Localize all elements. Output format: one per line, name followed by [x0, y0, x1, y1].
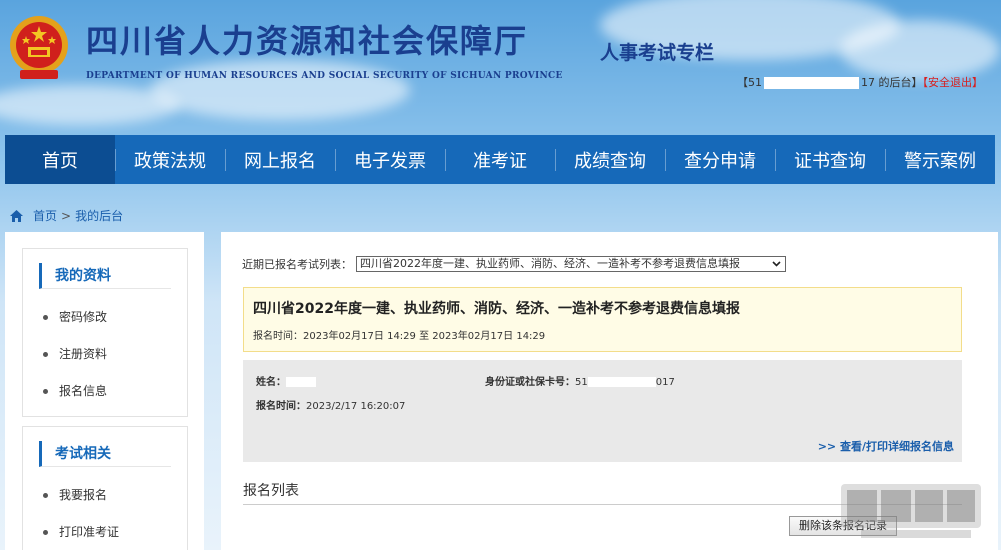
nav-policy[interactable]: 政策法规	[115, 135, 225, 184]
site-subtitle: DEPARTMENT OF HUMAN RESOURCES AND SOCIAL…	[86, 71, 563, 81]
breadcrumb-separator: >	[61, 208, 72, 223]
sidebar-section-profile: 我的资料 密码修改 注册资料 报名信息	[22, 248, 188, 417]
sidebar-section-title: 我的资料	[39, 263, 171, 289]
reg-time-field: 报名时间：2023/2/17 16:20:07	[256, 397, 405, 412]
nav-warning-cases[interactable]: 警示案例	[885, 135, 995, 184]
id-prefix: 51	[575, 377, 588, 388]
sidebar-item-password[interactable]: 密码修改	[23, 299, 187, 336]
site-title: 四川省人力资源和社会保障厅	[86, 22, 529, 60]
sidebar-item-print-ticket[interactable]: 打印准考证	[23, 514, 187, 550]
delete-record-button[interactable]: 删除该条报名记录	[789, 516, 897, 536]
nav-online-registration[interactable]: 网上报名	[225, 135, 335, 184]
exam-notice: 四川省2022年度一建、执业药师、消防、经济、一造补考不参考退费信息填报 报名时…	[243, 287, 962, 352]
masked-name	[286, 377, 316, 387]
masked-user-id	[764, 77, 859, 89]
chevron-down-icon	[772, 261, 781, 267]
nav-score-review[interactable]: 查分申请	[665, 135, 775, 184]
sidebar-section-title: 考试相关	[39, 441, 171, 467]
sidebar: 我的资料 密码修改 注册资料 报名信息 考试相关 我要报名 打印准考证	[5, 232, 204, 550]
recent-exams-select[interactable]: 四川省2022年度一建、执业药师、消防、经济、一造补考不参考退费信息填报	[356, 256, 786, 272]
section-title: 人事考试专栏	[600, 42, 715, 64]
recent-exams-label: 近期已报名考试列表：	[242, 258, 352, 271]
recent-exams-row: 近期已报名考试列表： 四川省2022年度一建、执业药师、消防、经济、一造补考不参…	[242, 256, 786, 272]
reg-time-value: 2023/2/17 16:20:07	[306, 401, 406, 412]
name-label: 姓名：	[256, 377, 286, 388]
user-bar: 【51 17 的后台】【安全退出】	[737, 74, 983, 90]
notice-time-label: 报名时间：	[253, 331, 303, 342]
sidebar-item-registration-info[interactable]: 注册资料	[23, 336, 187, 373]
breadcrumb: 首页 > 我的后台	[10, 207, 123, 224]
national-emblem-icon	[10, 16, 68, 79]
id-label: 身份证或社保卡号：	[485, 377, 575, 388]
notice-time: 报名时间：2023年02月17日 14:29 至 2023年02月17日 14:…	[253, 327, 961, 342]
view-print-details-link[interactable]: >> 查看/打印详细报名信息	[818, 438, 954, 454]
home-icon	[10, 209, 23, 222]
id-field: 身份证或社保卡号：51 017	[485, 373, 675, 388]
notice-time-value: 2023年02月17日 14:29 至 2023年02月17日 14:29	[303, 331, 546, 342]
nav-home[interactable]: 首页	[5, 135, 115, 184]
registration-list-title: 报名列表	[243, 480, 962, 505]
breadcrumb-home[interactable]: 首页	[33, 207, 57, 224]
user-id-prefix: 【51	[737, 76, 762, 89]
notice-title: 四川省2022年度一建、执业药师、消防、经济、一造补考不参考退费信息填报	[253, 301, 740, 317]
reg-time-label: 报名时间：	[256, 401, 306, 412]
nav-certificate-query[interactable]: 证书查询	[775, 135, 885, 184]
masked-id	[587, 377, 656, 387]
registration-info-panel: 姓名： 身份证或社保卡号：51 017 报名时间：2023/2/17 16:20:…	[243, 360, 962, 462]
sidebar-item-application-info[interactable]: 报名信息	[23, 373, 187, 410]
logout-link[interactable]: 【安全退出】	[923, 76, 984, 89]
nav-score-query[interactable]: 成绩查询	[555, 135, 665, 184]
recent-exams-selected: 四川省2022年度一建、执业药师、消防、经济、一造补考不参考退费信息填报	[360, 257, 740, 270]
id-suffix: 017	[655, 377, 675, 388]
main-content: 近期已报名考试列表： 四川省2022年度一建、执业药师、消防、经济、一造补考不参…	[221, 232, 998, 550]
nav-admission-ticket[interactable]: 准考证	[445, 135, 555, 184]
breadcrumb-current[interactable]: 我的后台	[75, 207, 123, 224]
sidebar-item-apply[interactable]: 我要报名	[23, 477, 187, 514]
nav-e-invoice[interactable]: 电子发票	[335, 135, 445, 184]
main-nav: 首页 政策法规 网上报名 电子发票 准考证 成绩查询 查分申请 证书查询 警示案…	[5, 135, 995, 184]
name-field: 姓名：	[256, 373, 316, 388]
sidebar-section-exam: 考试相关 我要报名 打印准考证	[22, 426, 188, 550]
user-id-suffix: 17 的后台】	[861, 76, 923, 89]
site-header: 四川省人力资源和社会保障厅 DEPARTMENT OF HUMAN RESOUR…	[0, 0, 1001, 135]
